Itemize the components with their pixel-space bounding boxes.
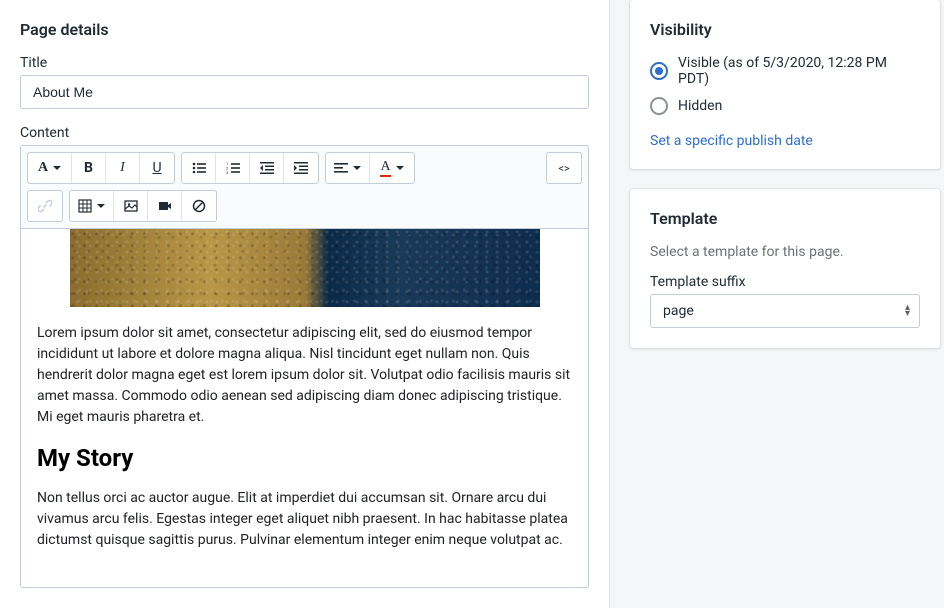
format-dropdown[interactable]: A: [28, 153, 72, 183]
visibility-hidden-option[interactable]: Hidden: [650, 97, 920, 115]
radio-icon: [650, 97, 668, 115]
select-arrows-icon: ▴▾: [905, 305, 910, 317]
content-label: Content: [20, 125, 589, 141]
template-card: Template Select a template for this page…: [630, 189, 940, 348]
ordered-list-button[interactable]: 123: [216, 153, 250, 183]
visibility-visible-option[interactable]: Visible (as of 5/3/2020, 12:28 PM PDT): [650, 55, 920, 87]
indent-button[interactable]: [284, 153, 318, 183]
video-button[interactable]: [148, 191, 182, 221]
bold-button[interactable]: B: [72, 153, 106, 183]
svg-text:3: 3: [226, 170, 228, 175]
page-details-heading: Page details: [20, 20, 589, 39]
visibility-hidden-label: Hidden: [678, 98, 722, 114]
clear-format-button[interactable]: [182, 191, 216, 221]
table-dropdown[interactable]: [70, 191, 114, 221]
text-color-dropdown[interactable]: A: [370, 153, 414, 183]
visibility-heading: Visibility: [650, 20, 920, 39]
visibility-visible-label: Visible (as of 5/3/2020, 12:28 PM PDT): [678, 55, 920, 87]
content-editor[interactable]: Lorem ipsum dolor sit amet, consectetur …: [20, 228, 589, 588]
publish-date-link[interactable]: Set a specific publish date: [650, 133, 813, 149]
italic-button[interactable]: I: [106, 153, 140, 183]
visibility-card: Visibility Visible (as of 5/3/2020, 12:2…: [630, 0, 940, 169]
template-suffix-label: Template suffix: [650, 274, 920, 290]
bullet-list-button[interactable]: [182, 153, 216, 183]
template-help-text: Select a template for this page.: [650, 244, 920, 260]
page-details-card: Page details Title Content A B I U 123: [0, 0, 610, 608]
template-heading: Template: [650, 209, 920, 228]
html-button[interactable]: <>: [547, 153, 581, 183]
editor-toolbar: A B I U 123: [20, 145, 589, 228]
outdent-button[interactable]: [250, 153, 284, 183]
underline-button[interactable]: U: [140, 153, 174, 183]
content-paragraph: Non tellus orci ac auctor augue. Elit at…: [37, 488, 572, 551]
align-dropdown[interactable]: [326, 153, 370, 183]
template-suffix-select[interactable]: page: [650, 294, 920, 328]
radio-icon: [650, 62, 668, 80]
content-image[interactable]: [70, 229, 540, 307]
image-button[interactable]: [114, 191, 148, 221]
content-paragraph: Lorem ipsum dolor sit amet, consectetur …: [37, 323, 572, 428]
link-button[interactable]: [28, 191, 62, 221]
title-label: Title: [20, 55, 589, 71]
title-input[interactable]: [20, 75, 589, 109]
content-heading: My Story: [37, 444, 572, 472]
